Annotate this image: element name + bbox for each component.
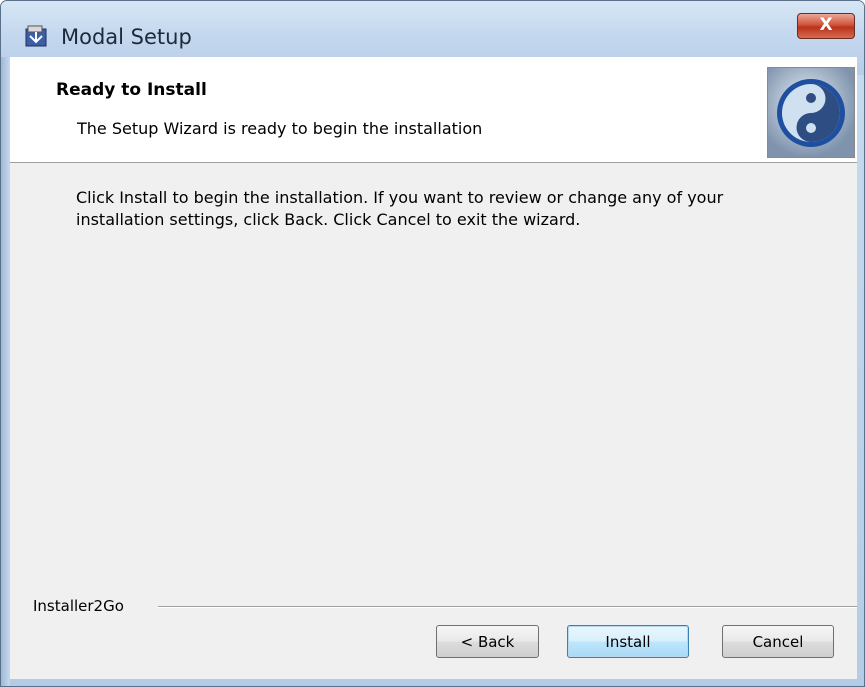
yin-yang-logo-icon bbox=[767, 67, 855, 158]
window-frame-left bbox=[1, 57, 10, 686]
brand-label: Installer2Go bbox=[33, 597, 124, 615]
dialog-client-area: Ready to Install The Setup Wizard is rea… bbox=[10, 57, 857, 679]
close-button[interactable]: X bbox=[797, 13, 855, 39]
install-button[interactable]: Install bbox=[567, 625, 689, 658]
back-button[interactable]: < Back bbox=[436, 625, 539, 658]
setup-dialog-window: Modal Setup X Ready to Install The Setup… bbox=[0, 0, 865, 687]
close-icon: X bbox=[819, 15, 833, 35]
install-button-label: Install bbox=[605, 633, 651, 651]
cancel-button[interactable]: Cancel bbox=[722, 625, 834, 658]
brand-separator: Installer2Go bbox=[10, 589, 857, 615]
page-subtitle: The Setup Wizard is ready to begin the i… bbox=[77, 119, 483, 138]
window-title: Modal Setup bbox=[61, 25, 192, 49]
page-title: Ready to Install bbox=[56, 80, 207, 100]
installer-package-icon bbox=[25, 25, 47, 47]
cancel-button-label: Cancel bbox=[752, 633, 804, 651]
back-button-label: < Back bbox=[460, 633, 515, 651]
instructions-text: Click Install to begin the installation.… bbox=[76, 188, 724, 229]
separator-line bbox=[158, 606, 857, 608]
header-banner: Ready to Install The Setup Wizard is rea… bbox=[10, 57, 857, 163]
